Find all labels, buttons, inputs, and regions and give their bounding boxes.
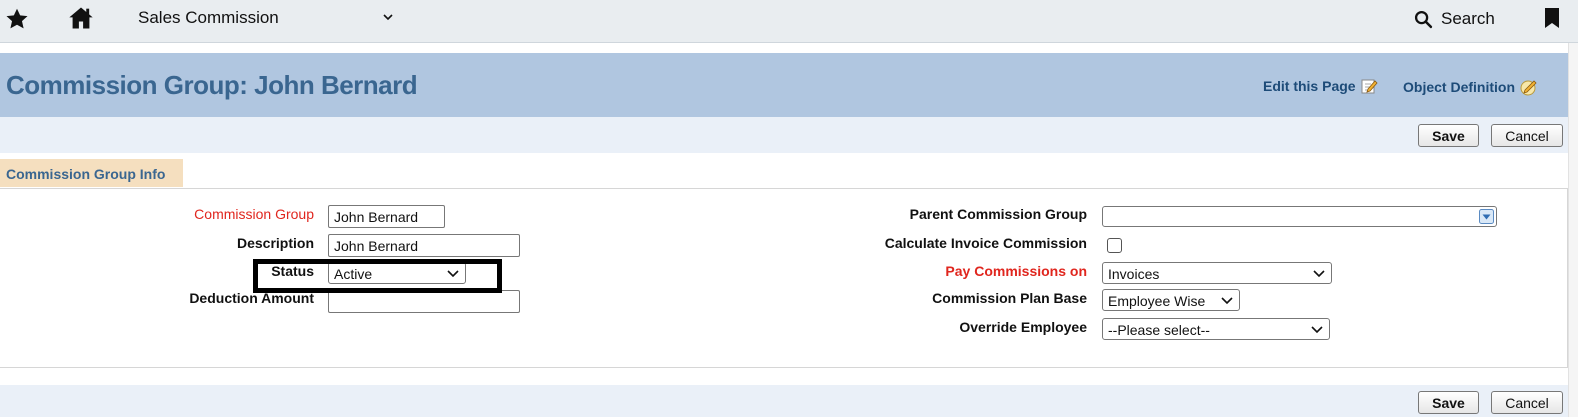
deduction-amount-label: Deduction Amount <box>189 290 314 306</box>
chevron-down-icon[interactable] <box>381 10 395 24</box>
home-icon[interactable] <box>67 4 95 32</box>
pay-commissions-on-select[interactable]: Invoices <box>1102 262 1332 284</box>
calculate-invoice-commission-label: Calculate Invoice Commission <box>884 235 1087 251</box>
description-label: Description <box>236 235 314 251</box>
deduction-amount-input[interactable] <box>328 290 520 313</box>
parent-commission-group-select[interactable] <box>1102 206 1497 227</box>
cancel-button[interactable]: Cancel <box>1491 124 1563 147</box>
chevron-down-icon <box>1311 326 1323 334</box>
dropdown-arrow-icon[interactable] <box>1479 209 1494 224</box>
star-icon[interactable] <box>4 6 30 32</box>
object-definition-link[interactable]: Object Definition <box>1403 77 1541 97</box>
top-button-bar: Save Cancel <box>0 117 1568 153</box>
commission-plan-base-label: Commission Plan Base <box>932 290 1087 306</box>
calculate-invoice-commission-checkbox[interactable] <box>1107 238 1122 253</box>
edit-page-icon <box>1361 79 1378 94</box>
override-employee-label: Override Employee <box>959 319 1087 335</box>
top-nav-bar: Sales Commission Search <box>0 0 1578 43</box>
override-employee-select[interactable]: --Please select-- <box>1102 318 1330 340</box>
bottom-cancel-button[interactable]: Cancel <box>1491 391 1563 414</box>
chevron-down-icon <box>1313 270 1325 278</box>
commission-plan-base-value: Employee Wise <box>1108 293 1206 309</box>
commission-group-label: Commission Group <box>194 206 314 222</box>
status-selected-value: Active <box>334 266 373 282</box>
bookmark-icon[interactable] <box>1543 7 1561 29</box>
bottom-save-button[interactable]: Save <box>1418 391 1479 414</box>
description-input[interactable]: John Bernard <box>328 234 520 257</box>
save-button[interactable]: Save <box>1418 124 1479 147</box>
parent-commission-group-label: Parent Commission Group <box>909 206 1087 222</box>
chevron-down-icon <box>1221 297 1233 305</box>
search-icon <box>1414 10 1433 28</box>
page-header: Commission Group: John Bernard Edit this… <box>0 53 1568 117</box>
pay-commissions-on-value: Invoices <box>1108 266 1160 282</box>
chevron-down-icon <box>447 270 459 278</box>
page-title: Commission Group: John Bernard <box>6 70 418 100</box>
status-select[interactable]: Active <box>328 262 466 284</box>
object-definition-label: Object Definition <box>1403 79 1515 95</box>
edit-this-page-link[interactable]: Edit this Page <box>1263 77 1378 95</box>
app-title[interactable]: Sales Commission <box>138 8 279 28</box>
object-definition-icon <box>1520 80 1537 96</box>
pay-commissions-on-label: Pay Commissions on <box>945 263 1087 279</box>
vertical-scrollbar[interactable] <box>1568 43 1578 417</box>
status-label: Status <box>271 263 314 279</box>
edit-this-page-label: Edit this Page <box>1263 78 1356 94</box>
override-employee-value: --Please select-- <box>1108 322 1210 338</box>
search-label: Search <box>1441 9 1495 28</box>
commission-group-input[interactable]: John Bernard <box>328 205 445 228</box>
section-tab-commission-group-info[interactable]: Commission Group Info <box>0 159 183 187</box>
search-button[interactable]: Search <box>1414 6 1495 32</box>
commission-plan-base-select[interactable]: Employee Wise <box>1102 289 1240 311</box>
bottom-button-bar: Save Cancel <box>0 385 1568 417</box>
